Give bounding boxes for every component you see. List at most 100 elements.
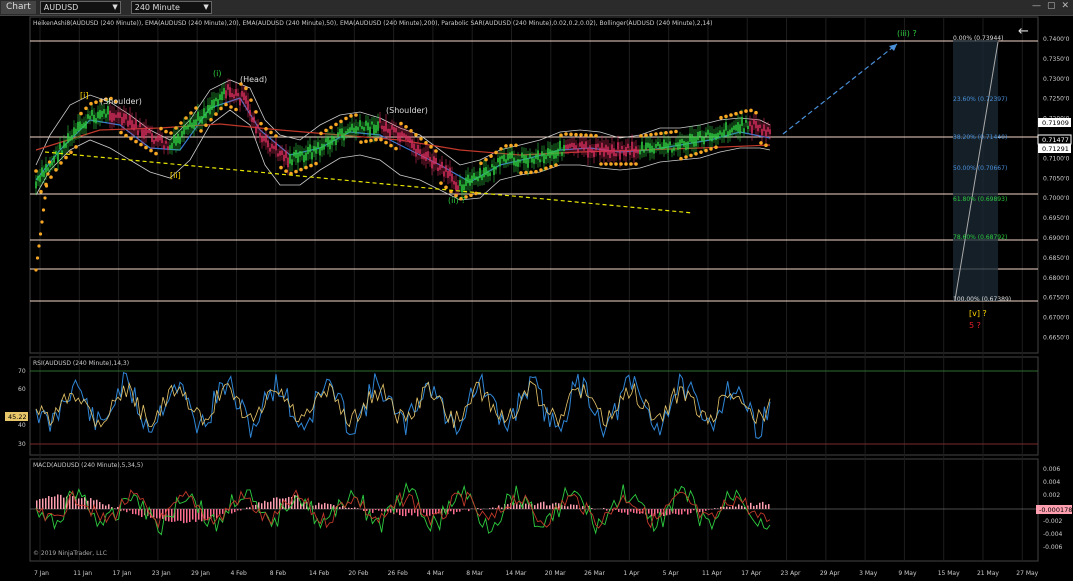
macd-bar <box>768 504 770 509</box>
candle-body <box>605 144 607 153</box>
candle-body <box>383 125 385 132</box>
candle-body <box>521 152 523 158</box>
date-tick: 9 May <box>898 570 917 577</box>
wave-label-wave-i: (i) <box>213 69 221 78</box>
sar-dot <box>35 256 40 260</box>
price-tag-low-text: 0.71291 <box>1042 145 1069 153</box>
candle-body <box>611 144 613 154</box>
macd-bar <box>690 509 692 514</box>
candle-body <box>119 112 121 119</box>
sar-dot <box>124 133 128 138</box>
date-tick: 7 Jan <box>34 570 49 577</box>
candle-body <box>445 165 447 172</box>
candle-body <box>727 131 729 138</box>
macd-tick: 0.006 <box>1043 466 1060 473</box>
macd-bar <box>339 507 341 509</box>
macd-bar <box>489 508 491 509</box>
candle-body <box>533 158 535 164</box>
candle-body <box>579 142 581 147</box>
candle-body <box>741 117 743 126</box>
candle-body <box>447 171 449 178</box>
candle-body <box>171 142 173 149</box>
candle-body <box>239 98 241 106</box>
macd-bar <box>450 509 452 512</box>
candle-body <box>303 154 305 163</box>
chart-canvas[interactable]: [i] (Shoulder) (i) (Head) (Shoulder) [ii… <box>0 0 1073 581</box>
macd-bar <box>501 507 503 509</box>
candle-body <box>275 142 277 151</box>
candle-body <box>227 84 229 90</box>
candle-body <box>79 121 81 131</box>
candle-body <box>695 136 697 147</box>
candle-body <box>693 136 695 147</box>
candle-body <box>585 141 587 149</box>
candle-body <box>769 129 771 135</box>
wave-label-5: 5 ? <box>969 321 981 330</box>
price-panel[interactable] <box>29 16 1039 354</box>
macd-bar <box>255 504 257 509</box>
candle-body <box>379 117 381 123</box>
macd-bar <box>36 500 38 509</box>
candle-body <box>765 129 767 137</box>
candle-body <box>737 122 739 132</box>
macd-bar <box>678 509 680 515</box>
sar-dot <box>704 148 708 153</box>
candle-body <box>103 109 105 114</box>
candle-body <box>753 119 755 125</box>
rsi-tick: 60 <box>18 386 26 393</box>
candle-body <box>375 125 377 134</box>
candle-body <box>715 133 717 141</box>
sar-dot <box>38 232 43 236</box>
sar-dot <box>484 157 488 162</box>
sar-dot <box>584 133 588 137</box>
candle-body <box>89 115 91 120</box>
sar-dot <box>40 220 44 224</box>
candle-body <box>549 149 551 158</box>
candle-body <box>377 121 379 131</box>
macd-bar <box>381 509 383 512</box>
candle-body <box>627 143 629 149</box>
sar-dot <box>509 143 513 148</box>
candle-body <box>669 141 671 146</box>
sar-dot <box>384 140 388 145</box>
candle-body <box>711 133 713 142</box>
candle-body <box>725 122 727 131</box>
sar-dot <box>37 244 41 248</box>
candle-body <box>569 143 571 148</box>
candle-body <box>541 151 543 157</box>
macd-bar <box>657 509 659 514</box>
candle-body <box>587 147 589 158</box>
candle-body <box>149 130 151 134</box>
candle-body <box>399 132 401 143</box>
candle-body <box>195 119 197 126</box>
sar-dot <box>429 145 433 149</box>
sar-dot <box>639 134 643 138</box>
sar-dot <box>219 106 223 111</box>
macd-bar <box>627 509 629 515</box>
candle-body <box>719 130 721 135</box>
candle-body <box>743 128 745 133</box>
back-arrow-icon[interactable]: ← <box>1018 24 1029 39</box>
candle-body <box>197 111 199 121</box>
sar-dot <box>149 148 153 153</box>
candle-body <box>151 133 153 142</box>
rsi-panel[interactable] <box>29 356 1039 456</box>
sar-dot <box>54 168 58 172</box>
candle-body <box>299 151 301 157</box>
macd-bar <box>123 509 125 511</box>
sar-dot <box>259 121 263 126</box>
price-tick: 0.7350'0 <box>1043 56 1070 63</box>
candle-body <box>35 181 37 189</box>
candle-body <box>169 145 171 149</box>
macd-bar <box>759 502 761 509</box>
macd-bar <box>180 509 182 521</box>
candle-body <box>449 167 451 177</box>
macd-bar <box>693 509 695 511</box>
candle-body <box>595 144 597 151</box>
price-tick: 0.6700'0 <box>1043 315 1070 322</box>
macd-bar <box>726 506 728 509</box>
candle-body <box>557 148 559 156</box>
macd-tick: -0.004 <box>1043 531 1063 538</box>
sar-dot <box>234 107 238 112</box>
candle-body <box>65 142 67 148</box>
